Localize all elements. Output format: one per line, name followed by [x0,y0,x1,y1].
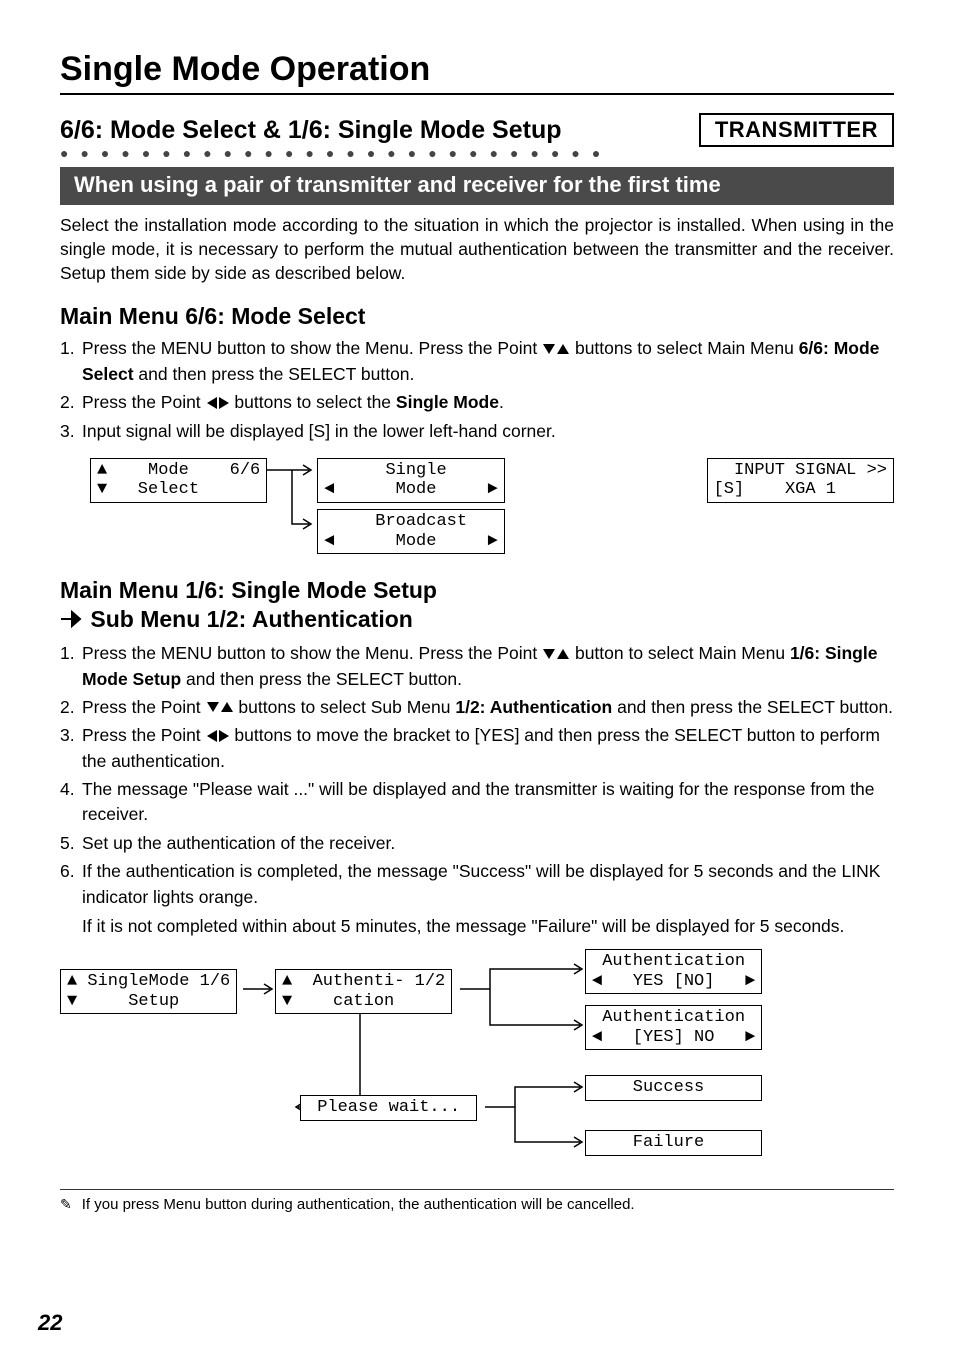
transmitter-badge: TRANSMITTER [699,113,894,147]
page-number: 22 [38,1310,62,1336]
lcd-box: Broadcast ◄ Mode ► [317,509,504,554]
heading-line-2: Sub Menu 1/2: Authentication [84,606,413,632]
list-body: Press the MENU button to show the Menu. … [80,641,894,692]
text: and then press the SELECT button. [134,364,415,384]
triangle-down-icon [542,343,556,355]
list-item: 1. Press the MENU button to show the Men… [60,641,894,692]
text: Press the MENU button to show the Menu. … [82,643,542,663]
text: and then press the SELECT button. [181,669,462,689]
lcd-box: ▲ SingleMode 1/6 ▼ Setup [60,969,237,1014]
lcd-box: Single ◄ Mode ► [317,458,504,503]
lcd-box: Authentication ◄ [YES] NO ► [585,1005,762,1050]
triangle-up-icon [556,343,570,355]
text: Press the Point [82,697,206,717]
triangle-right-icon [218,396,230,410]
section-header: 6/6: Mode Select & 1/6: Single Mode Setu… [60,113,894,147]
list-body: The message "Please wait ..." will be di… [80,777,894,828]
list-number: 1. [60,641,80,692]
list-number: 3. [60,419,80,444]
list-number: 6. [60,859,80,910]
heading-line-1: Main Menu 1/6: Single Mode Setup [60,577,437,603]
footnote: ✎ If you press Menu button during authen… [60,1189,894,1213]
list-number: 4. [60,777,80,828]
lcd-flow-single-setup: ▲ SingleMode 1/6 ▼ Setup ▲ Authenti- 1/2… [60,947,894,1177]
banner-heading: When using a pair of transmitter and rec… [60,167,894,205]
connector [267,458,317,548]
dot-leader: ●●●●●●●●●●●●●●●●●●●●●●●●●●● [60,149,894,157]
list-body: Input signal will be displayed [S] in th… [80,419,894,444]
list-body: Press the MENU button to show the Menu. … [80,336,894,387]
list-body: Press the Point buttons to select Sub Me… [80,695,894,720]
list-item: 3. Input signal will be displayed [S] in… [60,419,894,444]
pencil-icon: ✎ [60,1196,72,1213]
text: button to select Main Menu [570,643,790,663]
list-number: 2. [60,390,80,415]
text: and then press the SELECT button. [612,697,893,717]
lcd-stack: Single ◄ Mode ► Broadcast ◄ Mode ► [317,458,504,554]
mode-select-heading: Main Menu 6/6: Mode Select [60,303,894,330]
lcd-box: Authentication ◄ YES [NO] ► [585,949,762,994]
text: Press the Point [82,392,206,412]
triangle-up-icon [220,701,234,713]
list-body: Set up the authentication of the receive… [80,831,894,856]
footnote-text: If you press Menu button during authenti… [82,1196,635,1213]
lcd-box: Success [585,1075,762,1101]
text: buttons to select Sub Menu [234,697,456,717]
triangle-down-icon [542,648,556,660]
list-item: 1. Press the MENU button to show the Men… [60,336,894,387]
triangle-right-icon [218,729,230,743]
text: Press the Point [82,725,206,745]
triangle-up-icon [556,648,570,660]
list-body: Press the Point buttons to select the Si… [80,390,894,415]
list-body: Press the Point buttons to move the brac… [80,723,894,774]
bold-text: 1/2: Authentication [455,697,612,717]
title-rule [60,93,894,95]
lcd-flow-mode-select: ▲ Mode 6/6 ▼ Select Single ◄ Mode ► Broa… [60,458,894,554]
triangle-down-icon [206,701,220,713]
list-item: 3. Press the Point buttons to move the b… [60,723,894,774]
triangle-left-icon [206,396,218,410]
list-number: 2. [60,695,80,720]
triangle-left-icon [206,729,218,743]
list-number: 1. [60,336,80,387]
list-body: If the authentication is completed, the … [80,859,894,910]
arrow-right-icon [60,606,84,635]
lcd-box: ▲ Mode 6/6 ▼ Select [90,458,267,503]
list-item: 4. The message "Please wait ..." will be… [60,777,894,828]
text: buttons to select the [230,392,396,412]
section-title: 6/6: Mode Select & 1/6: Single Mode Setu… [60,116,562,145]
list-number: 5. [60,831,80,856]
list-item: 6. If the authentication is completed, t… [60,859,894,910]
list-item: 2. Press the Point buttons to select the… [60,390,894,415]
text: Press the MENU button to show the Menu. … [82,338,542,358]
lcd-box: INPUT SIGNAL >> [S] XGA 1 [707,458,894,503]
text: buttons to select Main Menu [570,338,799,358]
lcd-box: Failure [585,1130,762,1156]
page-title: Single Mode Operation [60,50,894,89]
list-item: 2. Press the Point buttons to select Sub… [60,695,894,720]
text: . [499,392,504,412]
indented-paragraph: If it is not completed within about 5 mi… [60,914,894,939]
lcd-box: ▲ Authenti- 1/2 ▼ cation [275,969,452,1014]
list-item: 5. Set up the authentication of the rece… [60,831,894,856]
list-number: 3. [60,723,80,774]
single-setup-heading: Main Menu 1/6: Single Mode Setup Sub Men… [60,576,894,635]
intro-paragraph: Select the installation mode according t… [60,213,894,285]
bold-text: Single Mode [396,392,499,412]
lcd-box: Please wait... [300,1095,477,1121]
